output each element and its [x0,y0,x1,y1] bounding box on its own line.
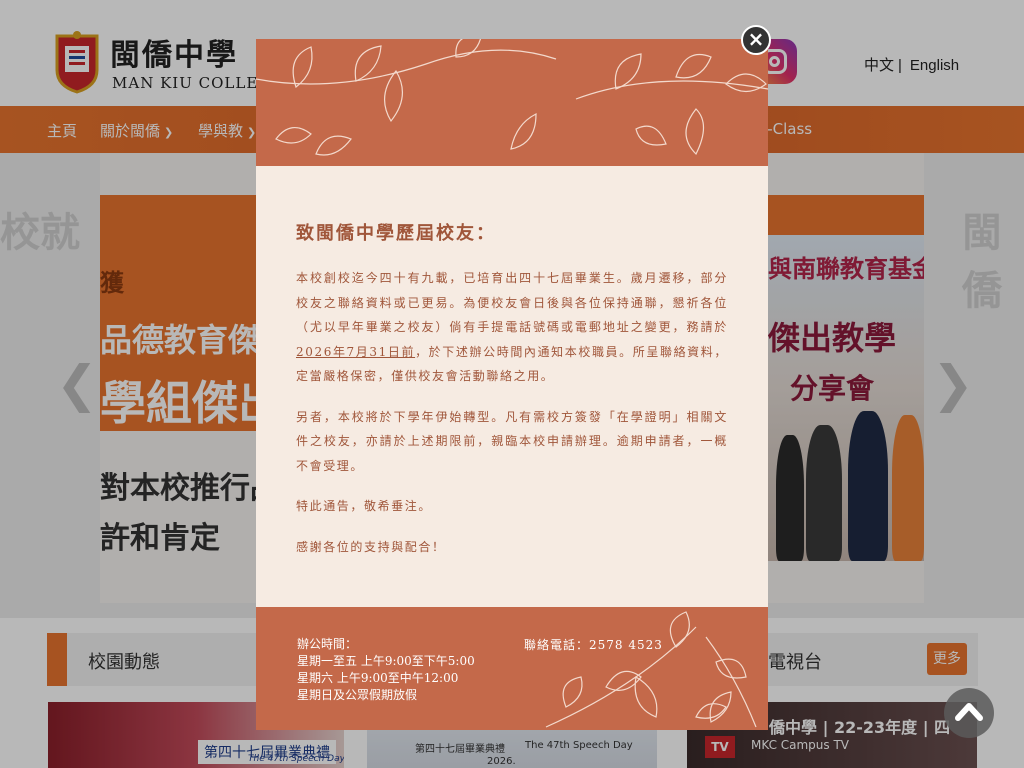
notice-body: 本校創校迄今四十有九載，已培育出四十七屆畢業生。歲月遷移，部分校友之聯絡資料或已… [296,266,728,575]
notice-title: 致閩僑中學歷屆校友： [296,223,496,244]
close-icon[interactable]: × [741,25,771,55]
modal-footer: 辦公時間： 星期一至五 上午9:00至下午5:00 星期六 上午9:00至中午1… [256,607,768,730]
office-hours-line: 星期一至五 上午9:00至下午5:00 [297,654,475,668]
office-hours-line: 星期六 上午9:00至中午12:00 [297,671,459,685]
notice-text: 本校創校迄今四十有九載，已培育出四十七屆畢業生。歲月遷移，部分校友之聯絡資料或已… [296,271,728,334]
back-to-top-button[interactable] [944,688,994,738]
office-hours-line: 星期日及公眾假期放假 [297,688,418,702]
office-hours-title: 辦公時間： [297,637,358,651]
modal-header-decoration [256,39,768,166]
notice-deadline: 2026年7月31日前 [296,344,416,359]
notice-paragraph: 本校創校迄今四十有九載，已培育出四十七屆畢業生。歲月遷移，部分校友之聯絡資料或已… [296,266,728,389]
notice-paragraph: 特此通告，敬希垂注。 [296,499,433,513]
alumni-notice-modal: 致閩僑中學歷屆校友： 本校創校迄今四十有九載，已培育出四十七屆畢業生。歲月遷移，… [256,39,768,730]
notice-paragraph: 另者，本校將於下學年伊始轉型。凡有需校方簽發「在學證明」相關文件之校友，亦請於上… [296,409,728,473]
contact-phone: 聯絡電話：2578 4523 [524,638,663,652]
notice-paragraph: 感謝各位的支持與配合！ [296,539,446,554]
leaf-pattern-icon [256,39,768,156]
chevron-up-icon [955,703,983,721]
